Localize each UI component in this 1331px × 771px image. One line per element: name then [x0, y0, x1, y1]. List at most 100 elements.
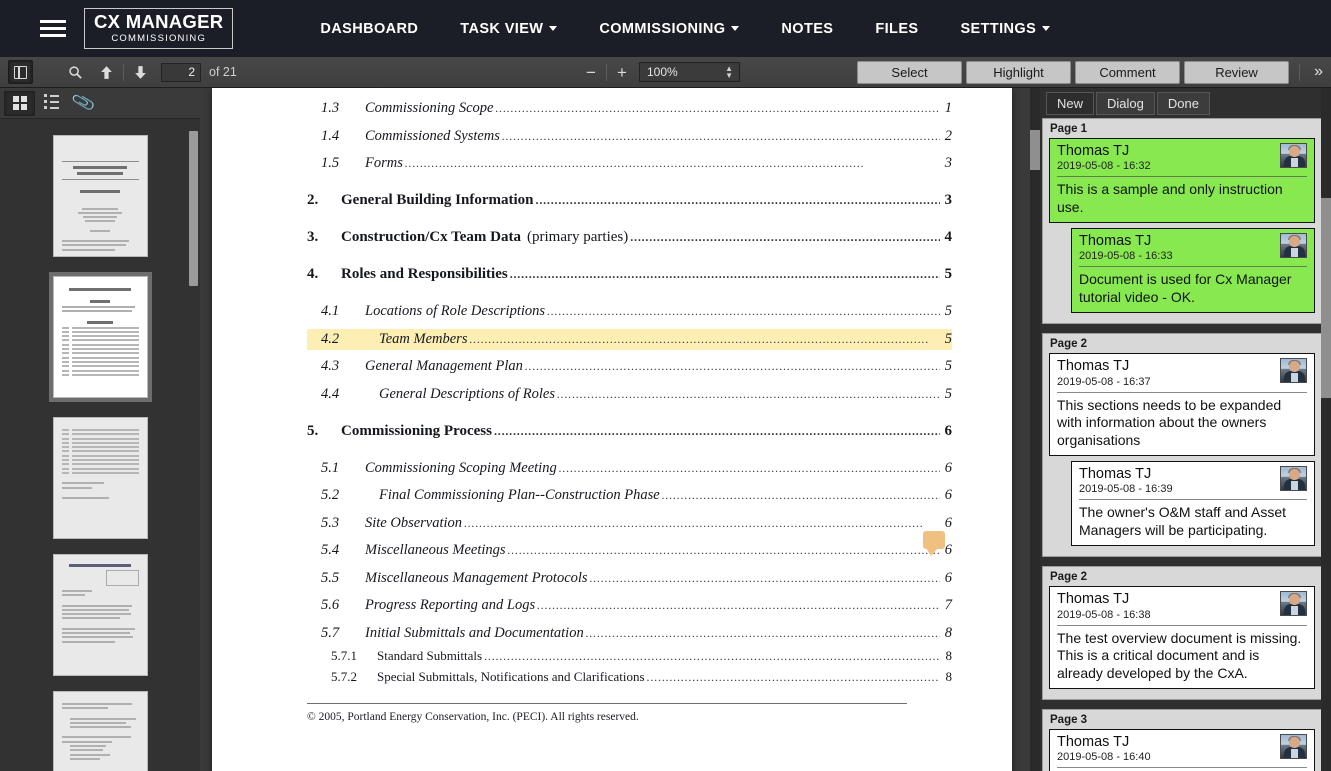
- nav-item-task-view[interactable]: TASK VIEW: [439, 15, 578, 43]
- comments-list[interactable]: Page 1 Thomas TJ 2019-05-08 - 16:32 This…: [1042, 118, 1322, 771]
- comment-card[interactable]: Thomas TJ 2019-05-08 - 16:40 Where is th…: [1049, 729, 1315, 771]
- toc-title: Site Observation: [365, 514, 463, 531]
- hamburger-icon[interactable]: [36, 16, 70, 42]
- viewer-layout: 📎 1.3 Commissioning Scope ..............…: [0, 88, 1331, 771]
- toc-leader: ........................................…: [585, 625, 940, 640]
- comment-card[interactable]: Thomas TJ 2019-05-08 - 16:38 The test ov…: [1049, 586, 1315, 690]
- sidebar-tab-thumbnails[interactable]: [4, 90, 35, 116]
- comment-mode-button[interactable]: Comment: [1075, 60, 1180, 84]
- toc-entry[interactable]: 5.7 Initial Submittals and Documentation…: [307, 623, 952, 644]
- comment-timestamp: 2019-05-08 - 16:39: [1079, 483, 1173, 496]
- more-tools-button[interactable]: »: [1314, 63, 1323, 81]
- comment-divider: [1079, 499, 1307, 501]
- sidebar-tab-outline[interactable]: [36, 91, 67, 116]
- comment-card-reply[interactable]: Thomas TJ 2019-05-08 - 16:33 Document is…: [1071, 228, 1315, 314]
- toc-number: 4.4: [321, 385, 340, 402]
- thumbnail-image: [52, 554, 148, 676]
- toc-entry-highlighted[interactable]: 4.2 Team Members .......................…: [307, 328, 952, 350]
- toc-entry[interactable]: 5.1 Commissioning Scoping Meeting ......…: [307, 458, 952, 479]
- toc-entry[interactable]: 1.3 Commissioning Scope ................…: [307, 98, 952, 119]
- comments-panel-left-scrollbar-thumb[interactable]: [1030, 130, 1040, 170]
- comment-author: Thomas TJ: [1057, 591, 1130, 608]
- nav-item-commissioning[interactable]: COMMISSIONING: [578, 15, 760, 43]
- nav-item-settings[interactable]: SETTINGS: [939, 15, 1071, 43]
- sidebar-tab-attachments[interactable]: 📎: [68, 90, 99, 116]
- comment-bubble-marker-icon[interactable]: [923, 531, 945, 556]
- toc-entry[interactable]: 5.5 Miscellaneous Management Protocols .…: [307, 568, 952, 589]
- next-page-button[interactable]: [128, 60, 153, 84]
- list-icon: [44, 94, 59, 112]
- toc-entry[interactable]: 5.3 Site Observation ...................…: [307, 513, 952, 534]
- toc-entry[interactable]: 5. Commissioning Process ...............…: [307, 421, 952, 442]
- sidebar-toggle-button[interactable]: [8, 60, 33, 84]
- comment-text: This is a sample and only instruction us…: [1057, 181, 1283, 215]
- thumbnail-page-4[interactable]: [52, 554, 148, 676]
- toc-entry[interactable]: 5.2 Final Commissioning Plan--Constructi…: [307, 485, 952, 506]
- nav-item-dashboard[interactable]: DASHBOARD: [299, 15, 439, 43]
- comment-text: The owner's O&M staff and Asset Managers…: [1079, 504, 1287, 538]
- comment-card[interactable]: Thomas TJ 2019-05-08 - 16:37 This sectio…: [1049, 353, 1315, 457]
- thumbnail-page-1[interactable]: [52, 135, 148, 257]
- toc-title: Commissioning Process: [341, 422, 492, 439]
- top-navbar: CX MANAGER COMMISSIONING DASHBOARD TASK …: [0, 0, 1331, 57]
- toc-entry[interactable]: 3. Construction/Cx Team Data (primary pa…: [307, 227, 952, 248]
- document-area[interactable]: 1.3 Commissioning Scope ................…: [200, 88, 1030, 771]
- new-comment-button[interactable]: New: [1046, 92, 1095, 115]
- thumbnail-image: [52, 691, 148, 771]
- nav-item-label: FILES: [875, 20, 919, 37]
- brand-logo[interactable]: CX MANAGER COMMISSIONING: [84, 8, 234, 49]
- toc-entry[interactable]: 4.1 Locations of Role Descriptions .....…: [307, 301, 952, 322]
- comments-toolbar: New Dialog Done: [1030, 88, 1331, 115]
- sidebar-tabs: 📎: [0, 88, 200, 119]
- toc-entry[interactable]: 5.6 Progress Reporting and Logs ........…: [307, 595, 952, 616]
- comment-page-label: Page 1: [1050, 123, 1088, 135]
- toc-entry[interactable]: 5.7.1 Standard Submittals ..............…: [307, 646, 952, 666]
- toc-leader: ........................................…: [646, 669, 940, 684]
- thumbnail-page-2[interactable]: [48, 272, 152, 402]
- comment-card-reply[interactable]: Thomas TJ 2019-05-08 - 16:39 The owner's…: [1071, 461, 1315, 547]
- toc-entry[interactable]: 4.3 General Management Plan ............…: [307, 356, 952, 377]
- toc-page-number: 3: [944, 192, 953, 208]
- nav-item-files[interactable]: FILES: [854, 15, 939, 43]
- toc-entry[interactable]: 2. General Building Information ........…: [307, 190, 952, 211]
- comments-panel-scrollbar[interactable]: [1321, 88, 1331, 771]
- sidebar-scrollbar[interactable]: [189, 119, 198, 771]
- thumbnail-page-5[interactable]: [52, 691, 148, 771]
- toc-leader: ........................................…: [630, 230, 940, 244]
- zoom-in-button[interactable]: +: [611, 61, 633, 83]
- toc-leader: ........................................…: [501, 128, 940, 143]
- thumbnail-image: [52, 135, 148, 257]
- toc-entry[interactable]: 1.5 Forms ..............................…: [307, 153, 952, 174]
- comment-card[interactable]: Thomas TJ 2019-05-08 - 16:32 This is a s…: [1049, 138, 1315, 224]
- comment-author: Thomas TJ: [1079, 233, 1152, 250]
- nav-item-notes[interactable]: NOTES: [760, 15, 854, 43]
- comment-divider: [1079, 266, 1307, 268]
- done-button[interactable]: Done: [1156, 92, 1210, 115]
- comment-divider: [1057, 767, 1307, 769]
- toc-entry[interactable]: 4. Roles and Responsibilities ..........…: [307, 264, 952, 285]
- toc-leader: ........................................…: [484, 648, 940, 663]
- page-number-input[interactable]: [161, 62, 201, 82]
- comment-page-label: Page 3: [1050, 714, 1088, 727]
- zoom-level-select[interactable]: 100% ▲ ▼: [639, 62, 740, 82]
- dialog-button[interactable]: Dialog: [1096, 92, 1155, 115]
- zoom-out-button[interactable]: −: [580, 61, 602, 83]
- pdf-page: 1.3 Commissioning Scope ................…: [212, 88, 1012, 771]
- toc-entry[interactable]: 5.4 Miscellaneous Meetings .............…: [307, 540, 952, 561]
- toc-title: Team Members: [379, 330, 468, 347]
- highlight-mode-button[interactable]: Highlight: [966, 60, 1071, 84]
- review-mode-button[interactable]: Review: [1184, 60, 1289, 84]
- toc-page-number: 6: [944, 459, 952, 476]
- comments-panel-scrollbar-thumb[interactable]: [1321, 198, 1331, 398]
- search-button[interactable]: [63, 60, 88, 84]
- toc-entry[interactable]: 4.4 General Descriptions of Roles ......…: [307, 384, 952, 405]
- comments-panel-left-scrollbar[interactable]: [1030, 88, 1040, 771]
- previous-page-button[interactable]: [94, 60, 119, 84]
- toc-leader: ........................................…: [557, 386, 940, 401]
- toc-entry[interactable]: 5.7.2 Special Submittals, Notifications …: [307, 667, 952, 687]
- toc-entry[interactable]: 1.4 Commissioned Systems ...............…: [307, 126, 952, 147]
- thumbnail-page-3[interactable]: [52, 417, 148, 539]
- sidebar-scrollbar-thumb[interactable]: [189, 131, 198, 286]
- thumbnail-list[interactable]: [0, 119, 200, 771]
- select-mode-button[interactable]: Select: [857, 60, 962, 84]
